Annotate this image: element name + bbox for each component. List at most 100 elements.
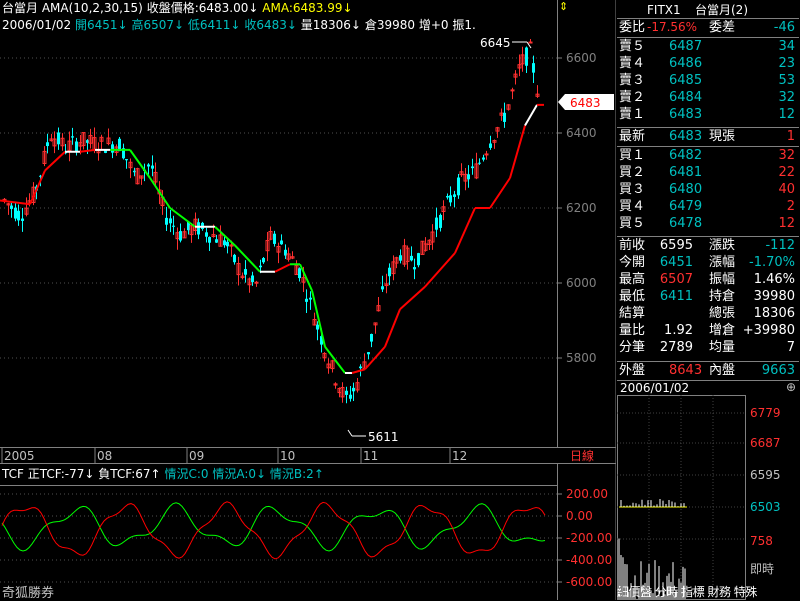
committee-diff-label: 委差 bbox=[709, 20, 736, 35]
ask-qty: 12 bbox=[778, 107, 795, 122]
bid-level-label: 買５ bbox=[619, 216, 646, 231]
scroll-up-icon[interactable]: ⇕ bbox=[559, 0, 568, 13]
committee-diff: -46 bbox=[773, 20, 795, 35]
stat-label: 分筆 bbox=[619, 340, 646, 355]
tcf-header: TCF 正TCF:-77↓ 負TCF:67↑ 情況C:0 情況A:0↓ 情況B:… bbox=[2, 466, 324, 482]
bid-qty: 12 bbox=[778, 216, 795, 231]
ask-qty: 32 bbox=[778, 90, 795, 105]
stat-value: +39980 bbox=[742, 323, 795, 338]
tcf-positive: 正TCF:-77↓ bbox=[27, 467, 95, 481]
inner-label: 內盤 bbox=[709, 363, 736, 378]
stat-row[interactable]: 量比 1.92 增倉 +39980 bbox=[617, 322, 799, 339]
time-axis-label: 12 bbox=[452, 449, 467, 463]
ask-price: 6487 bbox=[669, 39, 703, 54]
price-axis-label: 5800 bbox=[566, 351, 597, 365]
ask-level-label: 賣３ bbox=[619, 73, 646, 88]
tick-qty: 1 bbox=[786, 129, 795, 144]
outer-label: 外盤 bbox=[619, 363, 646, 378]
tcf-case-c: 情況C:0 bbox=[164, 467, 209, 481]
mini-axis-label: 6503 bbox=[750, 500, 781, 514]
ask-qty: 34 bbox=[778, 39, 795, 54]
stat-label: 結算 bbox=[619, 306, 646, 321]
stat-label: 今開 bbox=[619, 255, 646, 270]
candlestick-chart[interactable]: 6600 6400 6200 6000 5800 6483 ⇕ 6645 561… bbox=[0, 0, 616, 600]
ask-row[interactable]: 賣２ 6484 32 bbox=[617, 89, 799, 106]
bid-row[interactable]: 買２ 6481 22 bbox=[617, 164, 799, 181]
stat-label: 最低 bbox=[619, 289, 646, 304]
quote-title-bar: FITX1 台當月(2) bbox=[617, 2, 799, 18]
stat-row[interactable]: 今開 6451 漲幅 -1.70% bbox=[617, 254, 799, 271]
bottom-tabs[interactable]: 細價盤 分時 指標 財務 特殊 bbox=[617, 584, 800, 600]
current-price-value: 6483 bbox=[570, 96, 601, 110]
stats-table: 前收 6595 漲跌 -112 今開 6451 漲幅 -1.70% 最高 6507 振幅 1.46% 最… bbox=[617, 237, 799, 356]
time-axis-label: 10 bbox=[280, 449, 295, 463]
bid-price: 6480 bbox=[669, 182, 703, 197]
mini-axis-label: 6779 bbox=[750, 406, 781, 420]
stat-label: 均量 bbox=[709, 340, 736, 355]
bid-qty: 40 bbox=[778, 182, 795, 197]
tcf-axis-label: -400.00 bbox=[566, 553, 612, 567]
inner-volume: 9663 bbox=[761, 363, 795, 378]
time-axis-label: 11 bbox=[363, 449, 378, 463]
mini-intraday-chart[interactable]: 6779 6687 6595 6503 758 即時 bbox=[617, 395, 800, 600]
time-axis: 2005 08 09 10 11 12 bbox=[1, 448, 467, 463]
stat-label: 振幅 bbox=[709, 272, 736, 287]
stat-label: 增倉 bbox=[709, 323, 736, 338]
bid-price: 6479 bbox=[669, 199, 703, 214]
stat-label: 總張 bbox=[709, 306, 736, 321]
tcf-axis-label: -200.00 bbox=[566, 531, 612, 545]
bid-row[interactable]: 買１ 6482 32 bbox=[617, 147, 799, 164]
ask-level-label: 賣４ bbox=[619, 56, 646, 71]
stat-value: 6507 bbox=[659, 272, 693, 287]
stat-value: -112 bbox=[765, 238, 795, 253]
period-button[interactable]: 日線 bbox=[557, 448, 615, 463]
bid-row[interactable]: 買４ 6479 2 bbox=[617, 198, 799, 215]
candles bbox=[2, 39, 540, 404]
tcf-axis-label: 200.00 bbox=[566, 487, 608, 501]
committee-ratio-label: 委比 bbox=[619, 20, 646, 35]
ask-qty: 23 bbox=[778, 56, 795, 71]
mini-chart-date: 2006/01/02 bbox=[620, 381, 690, 395]
committee-row: 委比 -17.56% 委差 -46 bbox=[617, 19, 799, 36]
tick-label: 現張 bbox=[709, 129, 736, 144]
committee-ratio: -17.56% bbox=[647, 20, 698, 34]
mini-axis-label: 6595 bbox=[750, 468, 781, 482]
stat-row[interactable]: 結算 總張 18306 bbox=[617, 305, 799, 322]
price-axis-label: 6000 bbox=[566, 276, 597, 290]
bid-row[interactable]: 買５ 6478 12 bbox=[617, 215, 799, 232]
ask-price: 6486 bbox=[669, 56, 703, 71]
ask-row[interactable]: 賣５ 6487 34 bbox=[617, 38, 799, 55]
low-annotation: 5611 bbox=[347, 429, 399, 444]
period-button-label[interactable]: 日線 bbox=[570, 448, 594, 463]
stat-row[interactable]: 最高 6507 振幅 1.46% bbox=[617, 271, 799, 288]
footer-brand: 奇狐勝券 bbox=[2, 586, 55, 601]
crosshair-icon[interactable]: ⊕ bbox=[786, 380, 796, 394]
stat-row[interactable]: 前收 6595 漲跌 -112 bbox=[617, 237, 799, 254]
stat-row[interactable]: 最低 6411 持倉 39980 bbox=[617, 288, 799, 305]
bid-level-label: 買４ bbox=[619, 199, 646, 214]
mini-tab-realtime[interactable]: 即時 bbox=[750, 562, 774, 576]
latest-row: 最新 6483 現張 1 bbox=[617, 128, 799, 145]
tcf-case-a: 情況A:0↓ bbox=[212, 467, 267, 481]
mini-axis-label: 6687 bbox=[750, 436, 781, 450]
ask-level-label: 賣２ bbox=[619, 90, 646, 105]
ask-price: 6483 bbox=[669, 107, 703, 122]
tcf-axis-label: -600.00 bbox=[566, 575, 612, 589]
quote-code: FITX1 bbox=[647, 3, 681, 17]
tcf-negative: 負TCF:67↑ bbox=[98, 467, 161, 481]
ask-price: 6484 bbox=[669, 90, 703, 105]
price-axis-label: 6400 bbox=[566, 126, 597, 140]
time-axis-label: 08 bbox=[97, 449, 112, 463]
bid-qty: 2 bbox=[786, 199, 795, 214]
ask-row[interactable]: 賣４ 6486 23 bbox=[617, 55, 799, 72]
bid-row[interactable]: 買３ 6480 40 bbox=[617, 181, 799, 198]
ask-row[interactable]: 賣１ 6483 12 bbox=[617, 106, 799, 123]
low-annotation-label: 5611 bbox=[368, 430, 399, 444]
ask-level-label: 賣５ bbox=[619, 39, 646, 54]
bid-level-label: 買３ bbox=[619, 182, 646, 197]
stat-label: 量比 bbox=[619, 323, 646, 338]
bid-qty: 22 bbox=[778, 165, 795, 180]
stat-row[interactable]: 分筆 2789 均量 7 bbox=[617, 339, 799, 356]
time-axis-label: 2005 bbox=[4, 449, 35, 463]
ask-row[interactable]: 賣３ 6485 53 bbox=[617, 72, 799, 89]
